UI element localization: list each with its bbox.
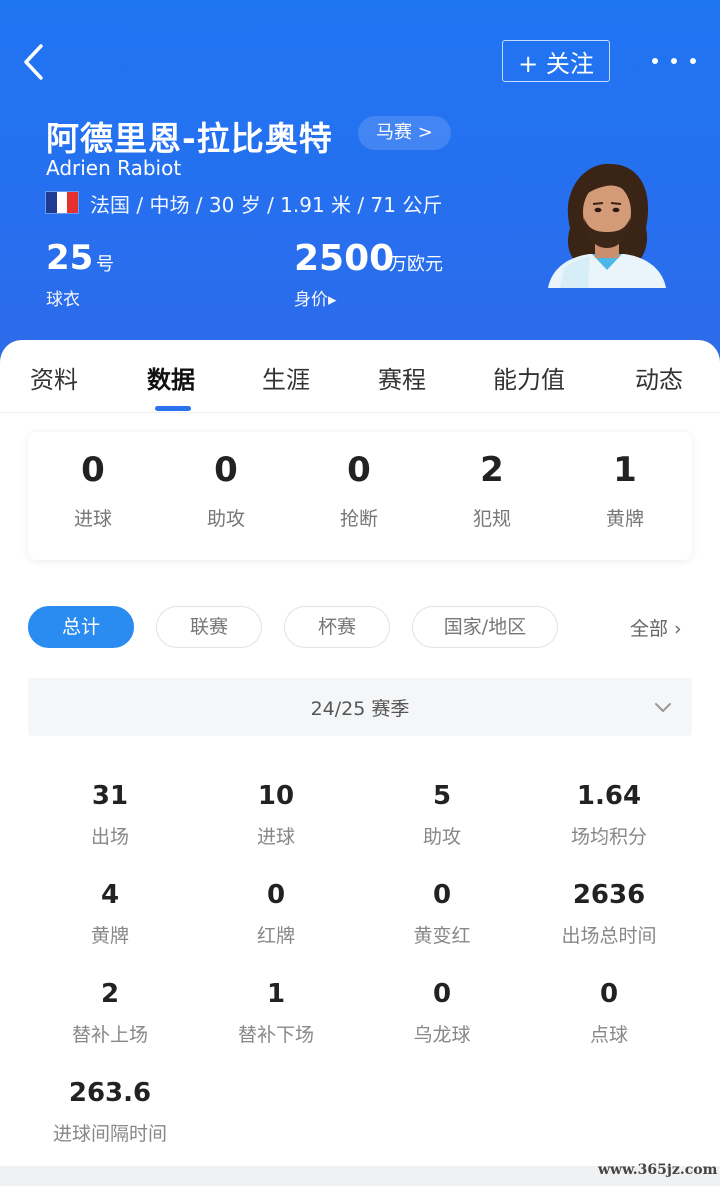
stat-label: 进球 [256, 826, 295, 848]
player-header: + 关注 阿德里恩-拉比奥特 马赛 > Adrien Rabiot 法国 / 中… [0, 0, 720, 370]
jersey-unit: 号 [96, 254, 114, 275]
filter-chip-national[interactable]: 国家/地区 [412, 606, 558, 648]
stat-value: 1.64 [576, 781, 642, 811]
tab-profile[interactable]: 资料 [30, 360, 78, 395]
season-label: 24/25 赛季 [310, 698, 410, 720]
summary-value: 0 [347, 450, 371, 490]
stat-value: 4 [100, 880, 120, 910]
summary-value: 0 [81, 450, 105, 490]
stat-label: 黄牌 [90, 925, 129, 947]
stat-label: 黄变红 [413, 925, 471, 947]
filter-chip-league[interactable]: 联赛 [156, 606, 262, 648]
stat-value: 1 [266, 979, 286, 1009]
summary-value: 2 [480, 450, 504, 490]
market-value-unit: 万欧元 [389, 254, 443, 275]
stat-value: 5 [432, 781, 452, 811]
stat-label: 出场总时间 [561, 925, 657, 947]
divider [0, 412, 720, 413]
back-button[interactable] [18, 42, 58, 82]
market-value: 2500 [294, 238, 395, 279]
stat-assists: 5 助攻 [357, 778, 527, 849]
follow-button[interactable]: + 关注 [502, 40, 610, 82]
filter-chip-cup[interactable]: 杯赛 [284, 606, 390, 648]
summary-label: 犯规 [472, 508, 511, 530]
stat-value: 10 [257, 781, 295, 811]
club-link[interactable]: 马赛 > [358, 116, 451, 150]
tab-bar: 资料 数据 生涯 赛程 能力值 动态 [0, 340, 720, 412]
player-name-cn: 阿德里恩-拉比奥特 [46, 119, 333, 158]
stat-label: 红牌 [256, 925, 295, 947]
stat-second-yellow: 0 黄变红 [357, 877, 527, 948]
summary-label: 助攻 [206, 508, 245, 530]
summary-label: 抢断 [339, 508, 378, 530]
stat-label: 进球间隔时间 [52, 1123, 167, 1145]
more-options-icon[interactable] [652, 46, 696, 76]
summary-value: 1 [613, 450, 637, 490]
stat-label: 助攻 [422, 826, 461, 848]
france-flag-icon [46, 192, 79, 213]
player-info-line: 法国 / 中场 / 30 岁 / 1.91 米 / 71 公斤 [90, 193, 443, 217]
stat-value: 263.6 [68, 1078, 152, 1108]
back-arrow-icon [24, 44, 43, 80]
jersey-number: 25 [46, 238, 94, 278]
stat-goals: 10 进球 [191, 778, 361, 849]
stat-sub-off: 1 替补下场 [191, 976, 361, 1047]
summary-label: 黄牌 [605, 508, 644, 530]
watermark: www.365jz.com [598, 1162, 718, 1178]
stat-goal-interval: 263.6 进球间隔时间 [25, 1075, 195, 1146]
stat-label: 点球 [589, 1024, 628, 1046]
stat-sub-on: 2 替补上场 [25, 976, 195, 1047]
stat-value: 2636 [572, 880, 646, 910]
summary-value: 0 [214, 450, 238, 490]
summary-label: 进球 [73, 508, 112, 530]
stat-value: 31 [91, 781, 129, 811]
summary-card: 0 进球 0 助攻 0 抢断 2 犯规 1 黄牌 [28, 432, 692, 560]
content-card: 资料 数据 生涯 赛程 能力值 动态 0 进球 0 助攻 0 抢断 2 犯规 1… [0, 340, 720, 1186]
tab-schedule[interactable]: 赛程 [378, 360, 426, 395]
stat-label: 场均积分 [570, 826, 647, 848]
stat-red-cards: 0 红牌 [191, 877, 361, 948]
stat-own-goals: 0 乌龙球 [357, 976, 527, 1047]
stat-value: 2 [100, 979, 120, 1009]
stat-value: 0 [266, 880, 286, 910]
stat-value: 0 [599, 979, 619, 1009]
stat-label: 出场 [90, 826, 129, 848]
filter-all-button[interactable]: 全部 › [630, 614, 682, 641]
stat-yellow-cards: 4 黄牌 [25, 877, 195, 948]
stat-label: 替补下场 [237, 1024, 314, 1046]
tab-ability[interactable]: 能力值 [493, 360, 565, 395]
stat-minutes: 2636 出场总时间 [524, 877, 694, 948]
season-select[interactable]: 24/25 赛季 [28, 678, 692, 736]
stat-appearances: 31 出场 [25, 778, 195, 849]
stat-label: 乌龙球 [413, 1024, 471, 1046]
player-avatar [548, 163, 666, 288]
stat-value: 0 [432, 979, 452, 1009]
player-name-en: Adrien Rabiot [46, 156, 182, 180]
tab-data[interactable]: 数据 [147, 360, 195, 395]
tab-career[interactable]: 生涯 [262, 360, 310, 395]
jersey-label: 球衣 [46, 290, 80, 310]
stat-value: 0 [432, 880, 452, 910]
filter-chip-total[interactable]: 总计 [28, 606, 134, 648]
chevron-down-icon [655, 703, 671, 712]
tab-news[interactable]: 动态 [635, 360, 683, 395]
active-tab-indicator [155, 406, 191, 411]
stat-penalties: 0 点球 [524, 976, 694, 1047]
market-value-link[interactable]: 身价▸ [294, 285, 337, 310]
stat-avg-points: 1.64 场均积分 [524, 778, 694, 849]
stat-label: 替补上场 [71, 1024, 148, 1046]
